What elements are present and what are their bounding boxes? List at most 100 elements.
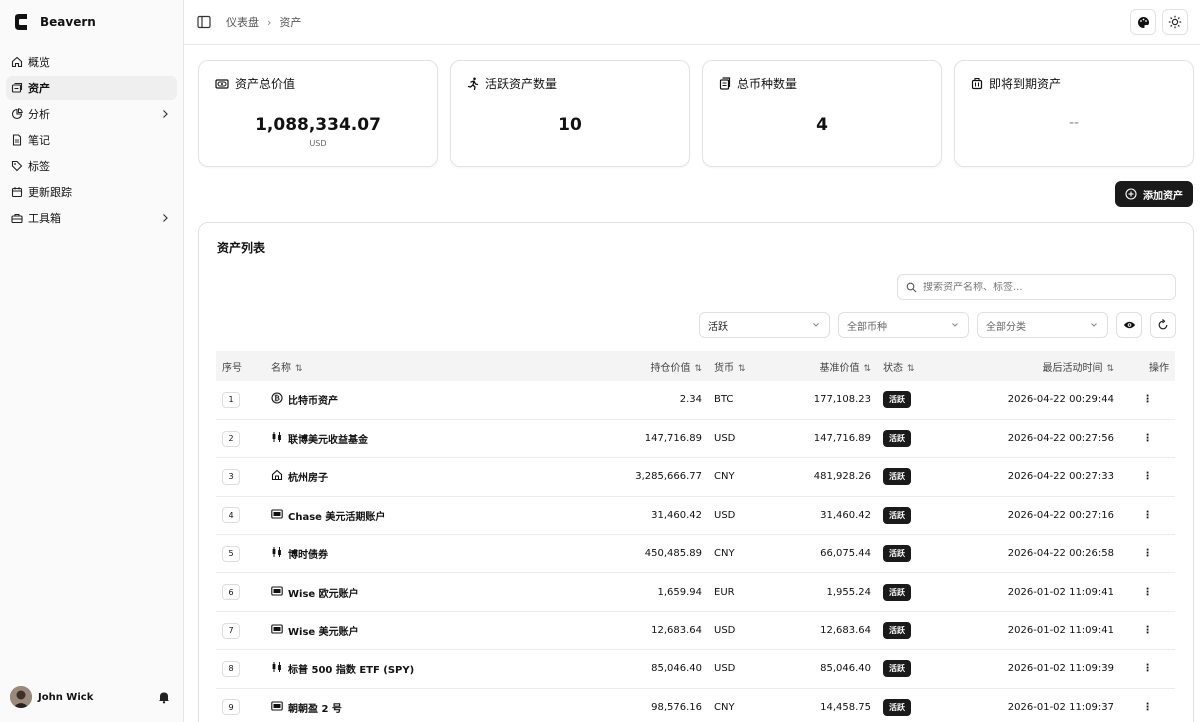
row-holding: 3,285,666.77 [635,471,702,483]
more-vertical-icon[interactable]: ⋮ [1143,625,1153,636]
avatar[interactable] [10,686,32,708]
chevron-down-icon [1091,323,1097,327]
bell-icon[interactable] [157,690,171,704]
sort-icon[interactable]: ⇅ [863,364,871,374]
row-more-actions-button[interactable]: ⋮ [1120,573,1175,611]
toolbox-icon [10,211,24,225]
search-input[interactable] [923,281,1167,293]
row-last-activity: 2026-01-02 11:09:41 [1007,625,1114,637]
sidebar-item-update-tracking[interactable]: 更新跟踪 [6,180,177,204]
row-more-actions-button[interactable]: ⋮ [1120,381,1175,419]
more-vertical-icon[interactable]: ⋮ [1143,394,1153,405]
add-asset-button[interactable]: 添加资产 [1115,181,1193,207]
refresh-button[interactable] [1150,312,1176,338]
sidebar-item-overview[interactable]: 概览 [6,50,177,74]
row-index: 5 [216,535,265,573]
column-header-name[interactable]: 名称 ⇅ [265,351,495,381]
table-row[interactable]: 8 标普 500 指数 ETF (SPY) 85,046.40 USD 85,046.4… [216,650,1175,689]
currency-filter-select[interactable]: 全部币种 [838,312,969,338]
theme-palette-button[interactable] [1130,9,1156,35]
running-person-icon [467,77,479,90]
row-name[interactable]: Wise 欧元账户 [265,573,495,611]
row-name[interactable]: 博时债券 [265,535,495,573]
category-filter-select[interactable]: 全部分类 [977,312,1108,338]
sidebar-toggle-icon[interactable] [196,14,212,30]
more-vertical-icon[interactable]: ⋮ [1143,548,1153,559]
stat-card-expiring-assets: 即将到期资产 -- [954,60,1194,167]
sort-icon[interactable]: ⇅ [1106,364,1114,374]
bitcoin-icon: ₿ [271,392,288,407]
column-header-status[interactable]: 状态 ⇅ [877,351,957,381]
row-currency: USD [714,433,736,445]
more-vertical-icon[interactable]: ⋮ [1143,587,1153,598]
sort-icon[interactable]: ⇅ [694,364,702,374]
theme-toggle-button[interactable] [1162,9,1188,35]
row-more-actions-button[interactable]: ⋮ [1120,650,1175,688]
table-row[interactable]: 2 联博美元收益基金 147,716.89 USD 147,716.89 活跃 2026-0… [216,419,1175,458]
row-last-activity: 2026-01-02 11:09:39 [1007,663,1114,675]
sidebar-item-assets[interactable]: 资产 [6,76,177,100]
sort-icon[interactable]: ⇅ [907,364,915,374]
table-row[interactable]: 9 朝朝盈 2 号 98,576.16 CNY 14,458.75 活跃 2026-01-0… [216,688,1175,722]
breadcrumb-dashboard[interactable]: 仪表盘 [226,14,259,30]
row-name[interactable]: Chase 美元活期账户 [265,496,495,534]
table-row[interactable]: 6 Wise 欧元账户 1,659.94 EUR 1,955.24 活跃 2026-01-0… [216,573,1175,612]
user-profile[interactable]: John Wick [0,684,183,710]
row-more-actions-button[interactable]: ⋮ [1120,688,1175,722]
row-name[interactable]: ₿ 比特币资产 [265,381,495,419]
sidebar-item-notes[interactable]: 笔记 [6,128,177,152]
more-vertical-icon[interactable]: ⋮ [1143,471,1153,482]
status-badge: 活跃 [883,660,911,678]
calendar-icon [10,185,24,199]
row-more-actions-button[interactable]: ⋮ [1120,419,1175,457]
toggle-visibility-button[interactable] [1116,312,1142,338]
sidebar-item-label: 更新跟踪 [28,186,72,199]
main-content: 仪表盘 › 资产 资产总价值 1,088,334.07 USD 活跃资产数量 1… [184,0,1200,722]
row-index: 6 [216,573,265,611]
luggage-icon [971,77,983,90]
row-more-actions-button[interactable]: ⋮ [1120,611,1175,649]
row-name[interactable]: 朝朝盈 2 号 [265,688,495,722]
column-header-last-activity[interactable]: 最后活动时间 ⇅ [957,351,1120,381]
more-vertical-icon[interactable]: ⋮ [1143,663,1153,674]
sort-icon[interactable]: ⇅ [295,364,303,374]
row-name[interactable]: Wise 美元账户 [265,611,495,649]
asset-list-title: 资产列表 [217,241,266,255]
row-currency: CNY [714,701,735,713]
table-row[interactable]: 3 杭州房子 3,285,666.77 CNY 481,928.26 活跃 2026-04-… [216,458,1175,497]
row-more-actions-button[interactable]: ⋮ [1120,496,1175,534]
sort-icon[interactable]: ⇅ [738,364,746,374]
user-name: John Wick [38,691,94,703]
row-name[interactable]: 杭州房子 [265,458,495,496]
row-base-value: 177,108.23 [813,394,871,406]
table-row[interactable]: 5 博时债券 450,485.89 CNY 66,075.44 活跃 2026-04-22 … [216,535,1175,573]
bank-card-icon [271,509,288,522]
sidebar-item-toolbox[interactable]: 工具箱 [6,206,177,230]
table-row[interactable]: 4 Chase 美元活期账户 31,460.42 USD 31,460.42 活跃 2026… [216,496,1175,535]
row-name[interactable]: 标普 500 指数 ETF (SPY) [265,650,495,688]
row-base-value: 1,955.24 [826,586,871,598]
more-vertical-icon[interactable]: ⋮ [1143,510,1153,521]
row-more-actions-button[interactable]: ⋮ [1120,458,1175,496]
column-header-currency[interactable]: 货币 ⇅ [708,351,763,381]
chevron-down-icon [952,323,958,327]
app-name: Beavern [40,15,96,29]
sun-icon [1168,15,1182,29]
sidebar-item-tags[interactable]: 标签 [6,154,177,178]
table-row[interactable]: 7 Wise 美元账户 12,683.64 USD 12,683.64 活跃 2026-01… [216,611,1175,650]
brand[interactable]: Beavern [0,0,183,44]
more-vertical-icon[interactable]: ⋮ [1143,702,1153,713]
status-filter-select[interactable]: 活跃 [699,312,830,338]
currency-filter-value: 全部币种 [847,321,887,333]
column-header-base-value[interactable]: 基准价值 ⇅ [763,351,877,381]
row-more-actions-button[interactable]: ⋮ [1120,535,1175,573]
search-box[interactable] [897,274,1176,300]
more-vertical-icon[interactable]: ⋮ [1143,433,1153,444]
table-row[interactable]: 1 ₿ 比特币资产 2.34 BTC 177,108.23 活跃 2026-04-22 00:… [216,381,1175,420]
sidebar-item-analysis[interactable]: 分析 [6,102,177,126]
row-name[interactable]: 联博美元收益基金 [265,419,495,457]
row-status: 活跃 [877,650,957,688]
column-header-holding[interactable]: 持仓价值 ⇅ [495,351,708,381]
row-holding: 2.34 [679,394,702,406]
row-holding: 85,046.40 [651,663,702,675]
